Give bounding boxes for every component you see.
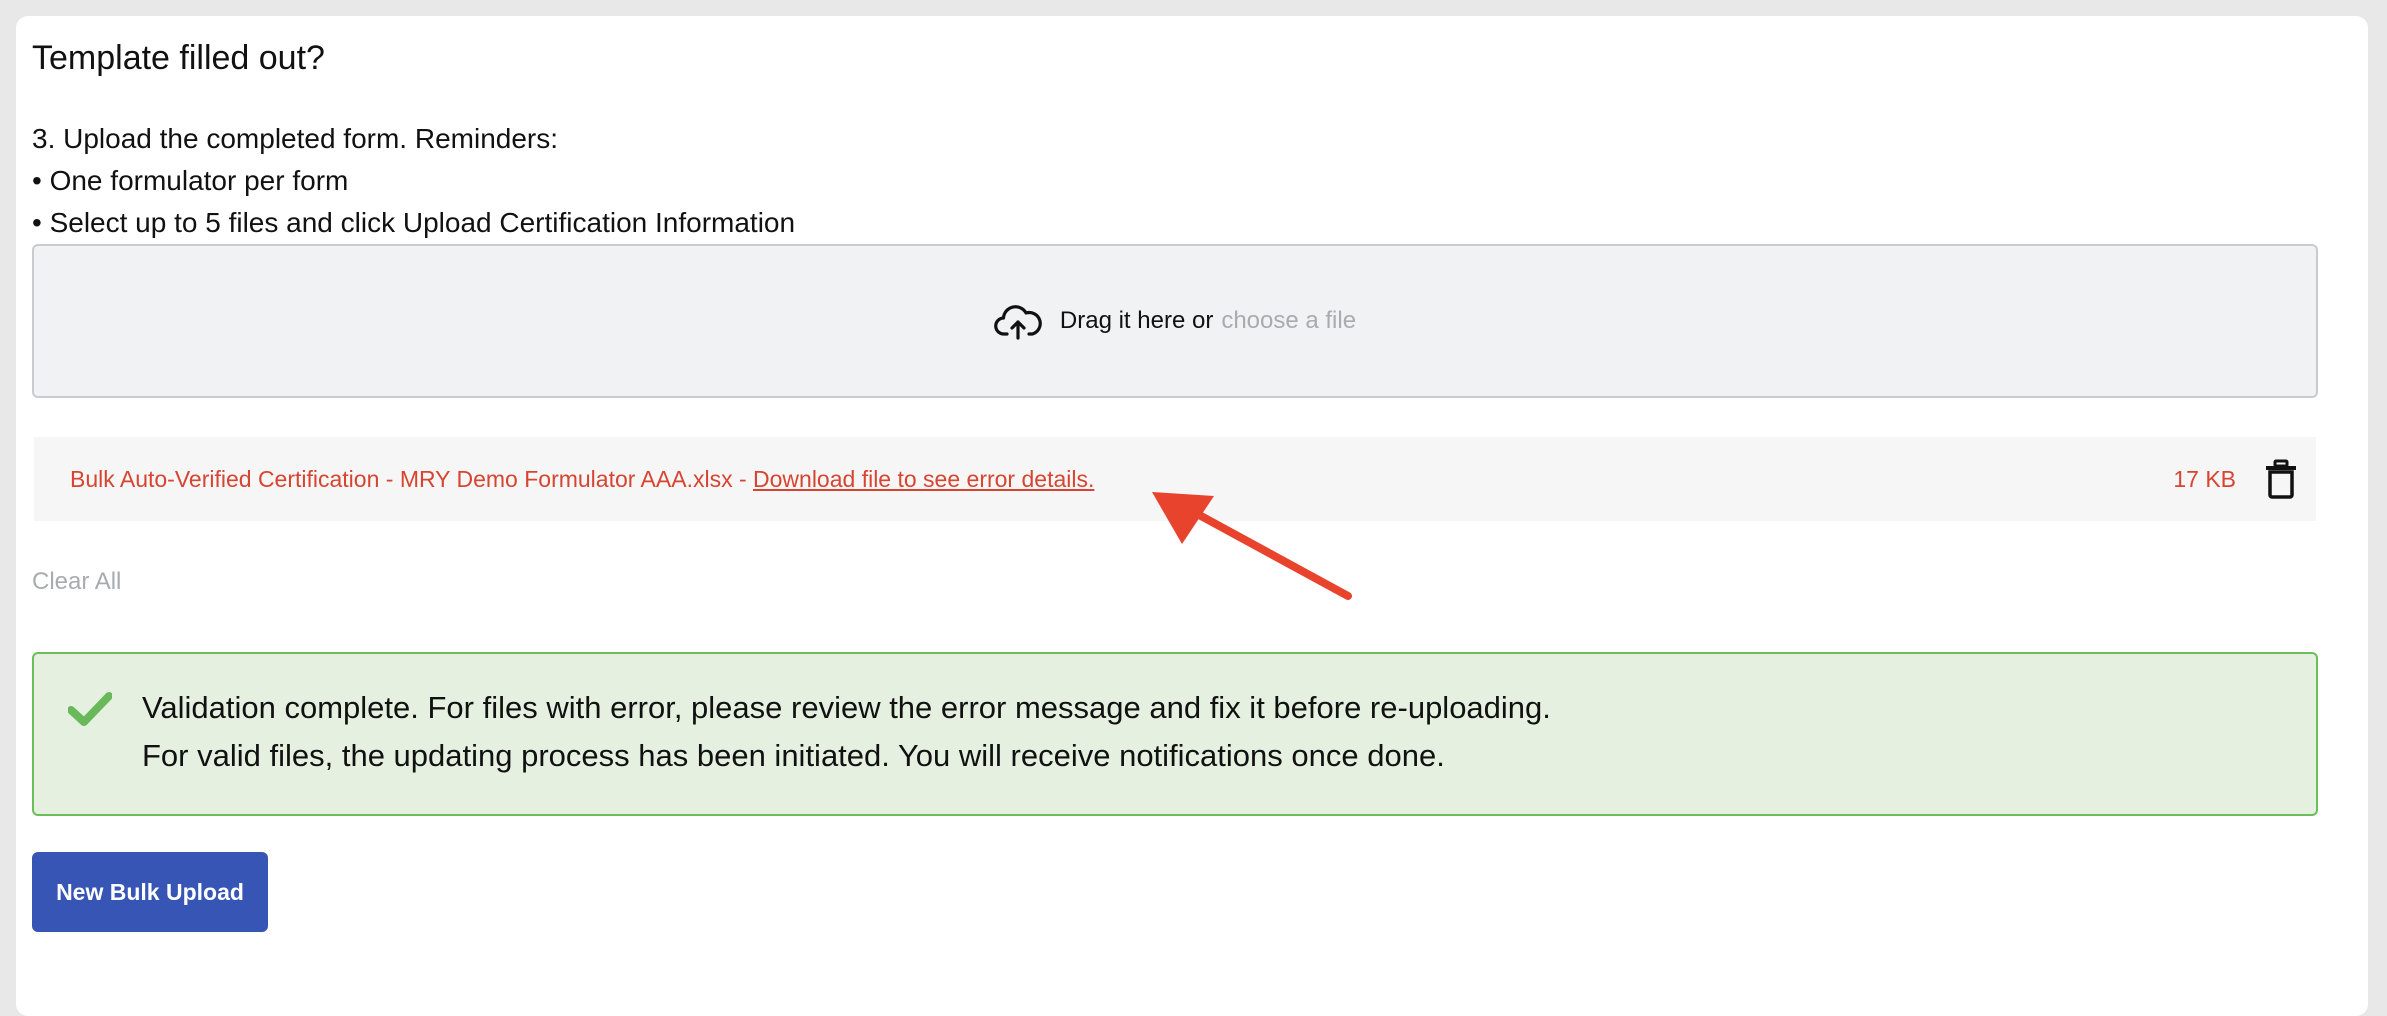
instructions: 3. Upload the completed form. Reminders:…	[32, 118, 795, 244]
dropzone-label: Drag it here or	[1059, 307, 1214, 334]
check-icon	[68, 692, 112, 726]
download-error-link[interactable]: Download file to see error details.	[753, 466, 1094, 493]
alert-message-line1: Validation complete. For files with erro…	[142, 690, 1551, 725]
trash-icon[interactable]	[2264, 459, 2298, 499]
file-size: 17 KB	[2173, 465, 2236, 492]
reminder-item: • One formulator per form	[32, 165, 349, 196]
validation-alert: Validation complete. For files with erro…	[32, 652, 2318, 816]
page-title: Template filled out?	[32, 39, 325, 77]
uploaded-file-row: Bulk Auto-Verified Certification - MRY D…	[34, 437, 2316, 521]
file-name: Bulk Auto-Verified Certification - MRY D…	[70, 465, 754, 492]
cloud-upload-icon	[994, 305, 1042, 340]
instructions-step: 3. Upload the completed form. Reminders:	[32, 123, 559, 154]
file-dropzone[interactable]: Drag it here or choose a file	[32, 244, 2318, 398]
new-bulk-upload-button[interactable]: New Bulk Upload	[32, 852, 268, 932]
alert-message-line2: For valid files, the updating process ha…	[142, 738, 1445, 773]
clear-all-link[interactable]: Clear All	[32, 568, 121, 596]
choose-file-link[interactable]: choose a file	[1221, 307, 1356, 335]
reminder-item: • Select up to 5 files and click Upload …	[32, 207, 796, 238]
